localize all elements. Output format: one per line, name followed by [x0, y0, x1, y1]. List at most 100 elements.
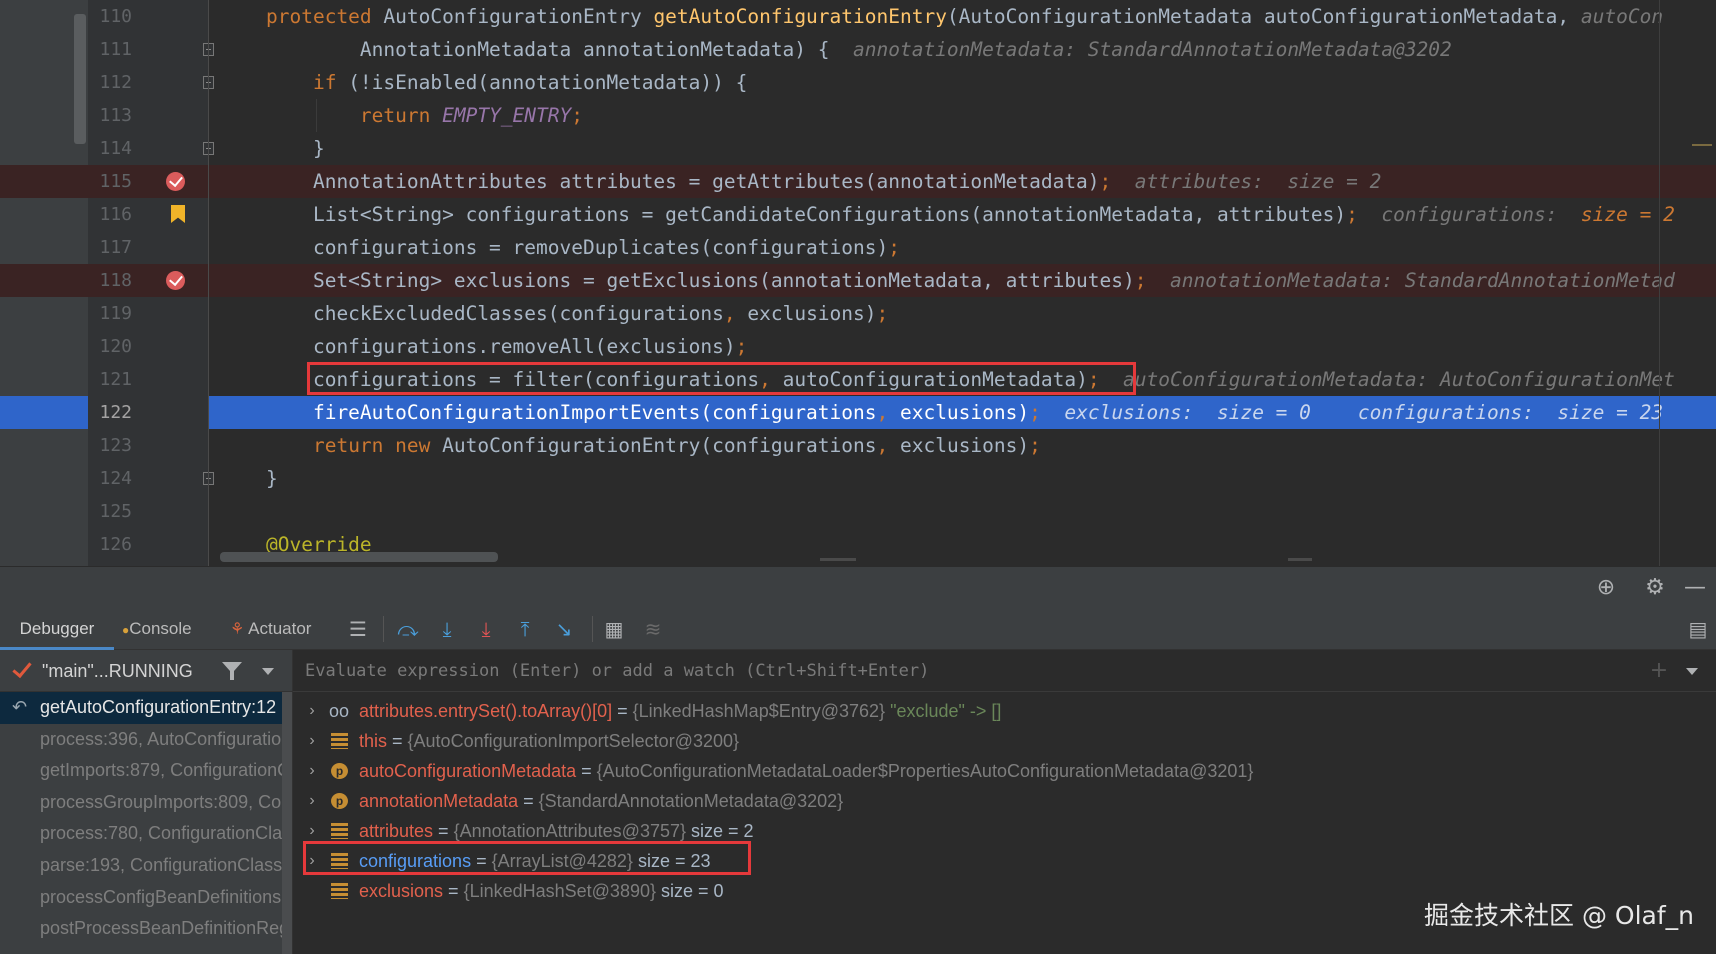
watch-icon: oo [329, 701, 350, 721]
line-number: 126 [99, 534, 132, 555]
add-watch-icon[interactable]: + [1647, 660, 1671, 682]
code-line[interactable]: 116 List<String> configurations = getCan… [0, 198, 1716, 231]
stack-frame[interactable]: getImports:879, ConfigurationClassParser [0, 755, 292, 787]
variable-row[interactable]: › p annotationMetadata = {StandardAnnotati… [293, 786, 1716, 816]
code-line[interactable]: 113 return EMPTY_ENTRY; [0, 99, 1716, 132]
variable-row[interactable]: › this = {AutoConfigurationImportSelector… [293, 726, 1716, 756]
inline-debug-value: configurations: [1357, 203, 1581, 226]
code-line[interactable]: 111 AnnotationMetadata annotationMetadat… [0, 33, 1716, 66]
code-token: return [359, 104, 443, 127]
scroll-marker [820, 558, 856, 561]
debug-toolbar: Debugger ●Console ⚘ Actuator ☰ ⤼ ⤓ ⤓ ⤒ ↘… [0, 608, 1716, 650]
code-token: ; [1099, 170, 1112, 193]
code-text[interactable]: } [266, 462, 278, 495]
code-line[interactable]: 122 fireAutoConfigurationImportEvents(co… [0, 396, 1716, 429]
code-text[interactable]: if (!isEnabled(annotationMetadata)) { [266, 66, 747, 99]
code-text[interactable]: AnnotationMetadata annotationMetadata) {… [266, 33, 1452, 66]
code-line[interactable]: 119 checkExcludedClasses(configurations,… [0, 297, 1716, 330]
code-text[interactable]: return EMPTY_ENTRY; [266, 99, 583, 132]
code-line[interactable]: 115 AnnotationAttributes attributes = ge… [0, 165, 1716, 198]
code-text[interactable]: Set<String> exclusions = getExclusions(a… [266, 264, 1675, 297]
code-line[interactable]: 118 Set<String> exclusions = getExclusio… [0, 264, 1716, 297]
code-text[interactable]: AnnotationAttributes attributes = getAtt… [266, 165, 1381, 198]
chevron-right-icon[interactable]: › [305, 696, 319, 726]
code-line[interactable]: 117 configurations = removeDuplicates(co… [0, 231, 1716, 264]
actuator-icon: ⚘ [230, 621, 245, 638]
code-line[interactable]: 112 if (!isEnabled(annotationMetadata)) … [0, 66, 1716, 99]
chevron-right-icon[interactable]: › [305, 726, 319, 756]
code-line[interactable]: 110 protected AutoConfigurationEntry getA… [0, 0, 1716, 33]
variable-row[interactable]: › oo attributes.entrySet().toArray()[0] = … [293, 696, 1716, 726]
show-execution-point-icon[interactable]: ☰ [344, 616, 372, 642]
code-line[interactable]: 114 } [0, 132, 1716, 165]
code-line[interactable]: 120 configurations.removeAll(exclusions)… [0, 330, 1716, 363]
step-into-icon[interactable]: ⤓ [433, 616, 461, 642]
chevron-right-icon[interactable]: › [305, 846, 319, 876]
equals-sign: = [471, 851, 492, 871]
code-token: } [266, 467, 278, 490]
chevron-right-icon[interactable]: › [305, 786, 319, 816]
stack-frame[interactable]: process:396, AutoConfigurationImportSele… [0, 724, 292, 756]
tab-console[interactable]: ●Console [122, 608, 192, 650]
crosshair-icon[interactable]: ⊕ [1594, 576, 1618, 600]
code-line[interactable]: 123 return new AutoConfigurationEntry(co… [0, 429, 1716, 462]
code-line[interactable]: 125 [0, 495, 1716, 528]
chevron-right-icon[interactable]: › [305, 816, 319, 846]
code-editor[interactable]: 110 protected AutoConfigurationEntry getA… [0, 0, 1716, 566]
gear-icon[interactable]: ⚙ [1643, 576, 1667, 600]
force-step-into-icon[interactable]: ⤓ [472, 616, 500, 642]
stack-frame[interactable]: processConfigBeanDefinitions:331, Config… [0, 882, 292, 914]
stack-frame[interactable]: parse:193, ConfigurationClassParser [0, 850, 292, 882]
code-text[interactable]: } [266, 132, 325, 165]
variable-extra: size = 0 [661, 881, 724, 901]
layout-icon[interactable]: ▤ [1684, 616, 1712, 642]
code-token: checkExcludedClasses(configurations [266, 302, 724, 325]
variable-row[interactable]: › attributes = {AnnotationAttributes@3757… [293, 816, 1716, 846]
code-text[interactable]: configurations = removeDuplicates(config… [266, 231, 900, 264]
code-text[interactable]: List<String> configurations = getCandida… [266, 198, 1675, 231]
code-text[interactable]: protected AutoConfigurationEntry getAuto… [266, 0, 1663, 33]
code-text[interactable]: configurations = filter(configurations, … [266, 363, 1675, 396]
chevron-down-icon[interactable] [262, 668, 274, 675]
tab-debugger[interactable]: Debugger [0, 608, 114, 650]
watermark: 掘金技术社区 @ Olaf_n [1424, 901, 1694, 930]
stack-frame[interactable]: ↶ getAutoConfigurationEntry:12 [0, 692, 292, 724]
frames-scrollbar[interactable] [282, 692, 292, 954]
stack-frame[interactable]: process:780, ConfigurationClassParser [0, 818, 292, 850]
filter-icon[interactable] [222, 662, 242, 680]
minimize-icon[interactable]: — [1683, 576, 1707, 600]
chevron-down-icon[interactable] [1686, 668, 1698, 675]
code-text[interactable]: return new AutoConfigurationEntry(config… [266, 429, 1041, 462]
stack-frame[interactable]: postProcessBeanDefinitionRegistry:247, C… [0, 913, 292, 945]
run-to-cursor-icon[interactable]: ↘ [550, 616, 578, 642]
code-token: ; [735, 335, 748, 358]
code-text[interactable]: fireAutoConfigurationImportEvents(config… [266, 396, 1663, 429]
code-token: ; [1087, 368, 1100, 391]
evaluate-expression-icon[interactable]: ▦ [600, 616, 628, 642]
variable-row[interactable]: › configurations = {ArrayList@4282} size … [293, 846, 1716, 876]
inline-debug-value: exclusions: size = 0 configurations: siz… [1040, 401, 1664, 424]
code-text[interactable]: checkExcludedClasses(configurations, exc… [266, 297, 888, 330]
tab-actuator-label: Actuator [248, 619, 312, 638]
breakpoint-icon[interactable] [166, 172, 185, 191]
step-out-icon[interactable]: ⤒ [511, 616, 539, 642]
code-text[interactable]: configurations.removeAll(exclusions); [266, 330, 747, 363]
thread-selector[interactable]: "main"...RUNNING [0, 650, 292, 692]
code-token: AutoConfigurationEntry [383, 5, 654, 28]
error-stripe-mark[interactable] [1692, 144, 1712, 146]
evaluate-expression-input[interactable] [305, 650, 1625, 692]
variable-extra: size = 2 [691, 821, 754, 841]
chevron-right-icon[interactable]: › [305, 756, 319, 786]
code-line[interactable]: 121 configurations = filter(configuratio… [0, 363, 1716, 396]
variable-value: {LinkedHashSet@3890} [463, 881, 656, 901]
trace-current-stream-icon[interactable]: ≋ [639, 616, 667, 642]
step-over-icon[interactable]: ⤼ [394, 616, 422, 642]
code-line[interactable]: 124} [0, 462, 1716, 495]
editor-horizontal-scrollbar[interactable] [220, 552, 498, 562]
frames-panel: "main"...RUNNING ↶ getAutoConfigurationEn… [0, 650, 292, 954]
stack-frame[interactable]: processGroupImports:809, ConfigurationCl… [0, 787, 292, 819]
tab-actuator[interactable]: ⚘ Actuator [230, 608, 311, 650]
breakpoint-icon[interactable] [166, 271, 185, 290]
variable-row[interactable]: › p autoConfigurationMetadata = {AutoConfi… [293, 756, 1716, 786]
